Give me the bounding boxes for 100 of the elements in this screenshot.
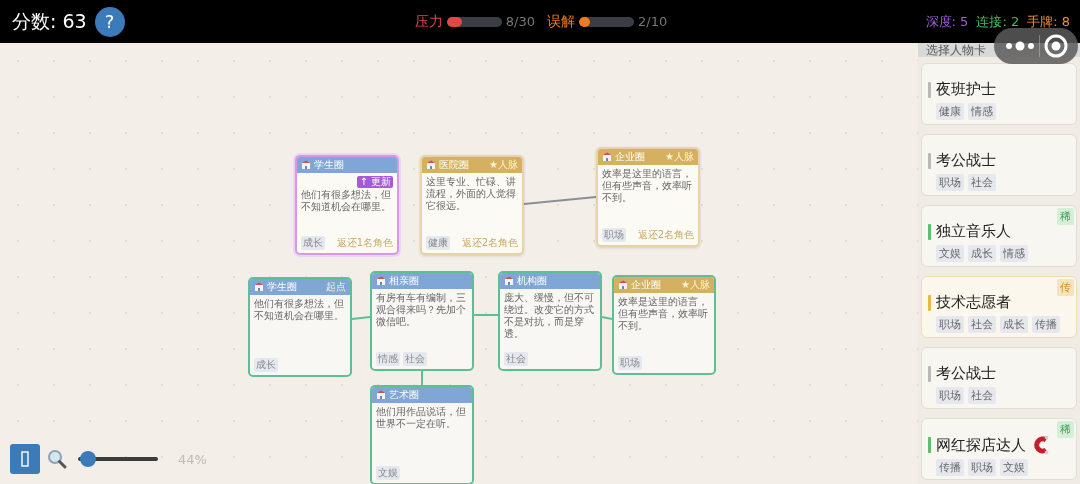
rectangle-icon: [21, 451, 29, 467]
tag: 健康: [426, 236, 450, 250]
card-description: 他们用作品说话，但世界不一定在听。: [376, 406, 467, 430]
card-description: 他们有很多想法，但不知道机会在哪里。: [301, 189, 392, 213]
circle-card[interactable]: 企业圈 ★人脉 效率是这里的语言，但有些声音，效率听不到。 职场: [612, 275, 716, 375]
character-name: 技术志愿者: [936, 293, 1011, 312]
tag: 社会: [968, 174, 996, 191]
circle-card[interactable]: 学生圈 ↑ 更新 他们有很多想法，但不知道机会在哪里。 成长 返还1名角色: [295, 155, 399, 255]
card-description: 庞大、缓慢，但不可绕过。改变它的方式不是对抗，而是穿透。: [504, 292, 595, 340]
card-note: ★人脉: [665, 150, 694, 164]
connector-line: [421, 370, 423, 386]
help-button[interactable]: ?: [94, 6, 125, 37]
tag: 社会: [968, 316, 996, 333]
card-description: 效率是这里的语言，但有些声音，效率听不到。: [602, 168, 693, 204]
building-icon: [504, 276, 514, 286]
tag: 社会: [504, 352, 528, 366]
card-title: 企业圈: [631, 278, 661, 292]
building-icon: [376, 390, 386, 400]
character-name: 夜班护士: [936, 80, 996, 99]
character-name: 考公战士: [936, 151, 996, 170]
circle-card[interactable]: 机构圈 庞大、缓慢，但不可绕过。改变它的方式不是对抗，而是穿透。 社会: [498, 271, 602, 371]
search-icon[interactable]: [46, 448, 68, 470]
card-title: 艺术圈: [389, 388, 419, 402]
tag: 成长: [301, 236, 325, 250]
circle-card[interactable]: 相亲圈 有房有车有编制，三观合得来吗？先加个微信吧。 情感 社会: [370, 271, 474, 371]
card-note: ★人脉: [489, 158, 518, 172]
tag: 文娱: [376, 466, 400, 480]
card-description: 效率是这里的语言，但有些声音，效率听不到。: [618, 296, 709, 332]
meter-label: 误解: [547, 12, 575, 31]
card-title: 学生圈: [267, 280, 297, 294]
building-icon: [602, 152, 612, 162]
connector-line: [601, 316, 613, 320]
tag: 职场: [618, 356, 642, 370]
stat-label: 深度: 5: [925, 12, 969, 31]
card-footer: 返还2名角色: [461, 236, 518, 250]
tag: 社会: [968, 387, 996, 404]
connector-line: [351, 316, 371, 320]
view-button[interactable]: [10, 444, 40, 474]
update-badge: ↑ 更新: [357, 176, 393, 188]
card-footer: 返还1名角色: [336, 236, 393, 250]
tag: 情感: [968, 103, 996, 120]
tag: 职场: [936, 387, 964, 404]
tag: 文娱: [936, 245, 964, 262]
character-name: 考公战士: [936, 364, 996, 383]
character-name: 网红探店达人: [936, 435, 1026, 455]
tag: 传播: [1032, 316, 1060, 333]
card-description: 这里专业、忙碌、讲流程，外面的人觉得它很远。: [426, 176, 517, 212]
building-icon: [618, 280, 628, 290]
circle-card[interactable]: 医院圈 ★人脉 这里专业、忙碌、讲流程，外面的人觉得它很远。 健康 返还2名角色: [420, 155, 524, 255]
character-card[interactable]: 稀 网红探店达人 传播 职场 文娱: [921, 418, 1077, 480]
menu-capsule[interactable]: [994, 28, 1078, 64]
character-card[interactable]: 夜班护士 健康 情感: [921, 63, 1077, 125]
character-card[interactable]: 考公战士 职场 社会: [921, 347, 1077, 409]
tag: 职场: [968, 459, 996, 476]
tag: 文娱: [1000, 459, 1028, 476]
character-card[interactable]: 传 技术志愿者 职场 社会 成长 传播: [921, 276, 1077, 338]
rarity-badge: 稀: [1057, 208, 1074, 225]
building-icon: [376, 276, 386, 286]
character-name: 独立音乐人: [936, 222, 1011, 241]
card-description: 有房有车有编制，三观合得来吗？先加个微信吧。: [376, 292, 467, 328]
circle-card[interactable]: 艺术圈 他们用作品说话，但世界不一定在听。 文娱: [370, 385, 474, 484]
tag: 情感: [376, 352, 400, 366]
score-label: 分数: 63: [12, 8, 87, 34]
card-footer: 返还2名角色: [637, 228, 694, 242]
building-icon: [426, 160, 436, 170]
card-title: 相亲圈: [389, 274, 419, 288]
character-card[interactable]: 考公战士 职场 社会: [921, 134, 1077, 196]
building-icon: [254, 282, 264, 292]
card-title: 学生圈: [314, 158, 344, 172]
tag: 职场: [602, 228, 626, 242]
rarity-badge: 传: [1057, 279, 1074, 296]
tag: 传播: [936, 459, 964, 476]
zoom-reading: 44%: [178, 451, 207, 467]
tag: 情感: [1000, 245, 1028, 262]
tag: 成长: [1000, 316, 1028, 333]
card-note: 起点: [326, 280, 346, 294]
building-icon: [301, 160, 311, 170]
card-title: 医院圈: [439, 158, 469, 172]
rarity-badge: 稀: [1057, 421, 1074, 438]
card-title: 企业圈: [615, 150, 645, 164]
card-title: 机构圈: [517, 274, 547, 288]
circle-card[interactable]: 学生圈 起点 他们有很多想法，但不知道机会在哪里。 成长: [248, 277, 352, 377]
meter-reading: 2/10: [638, 14, 668, 29]
tag: 成长: [968, 245, 996, 262]
tag: 健康: [936, 103, 964, 120]
stat-label: 连接: 2: [976, 12, 1020, 31]
meter-reading: 8/30: [505, 14, 535, 29]
connector-line: [473, 314, 499, 316]
slider-thumb[interactable]: [79, 451, 96, 467]
tag: 职场: [936, 174, 964, 191]
tag: 社会: [403, 352, 427, 366]
stat-label: 手牌: 8: [1027, 12, 1070, 31]
circle-card[interactable]: 企业圈 ★人脉 效率是这里的语言，但有些声音，效率听不到。 职场 返还2名角色: [596, 147, 700, 247]
zoom-slider[interactable]: [78, 451, 158, 467]
card-note: ★人脉: [681, 278, 710, 292]
tag: 成长: [254, 358, 278, 372]
meter-label: 压力: [414, 12, 443, 31]
tag: 职场: [936, 316, 964, 333]
card-description: 他们有很多想法，但不知道机会在哪里。: [254, 298, 345, 322]
character-card[interactable]: 稀 独立音乐人 文娱 成长 情感: [921, 205, 1077, 267]
